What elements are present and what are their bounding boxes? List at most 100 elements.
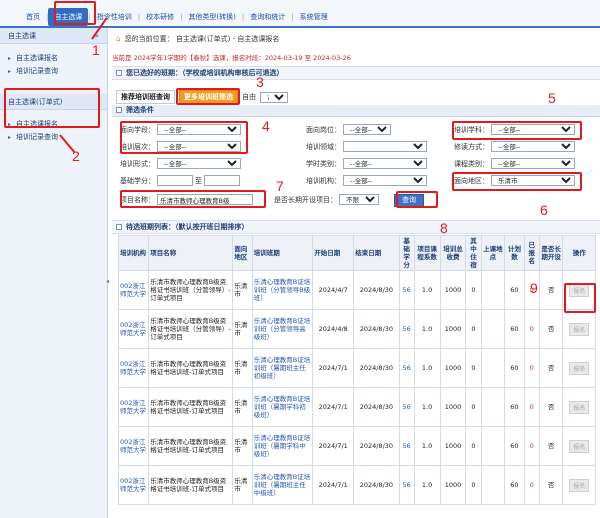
query-tabs: 推荐培训班查询 更多培训班筛选 自由 ?: [116, 90, 288, 104]
pending-sessions-header: 待选班期列表：（默认按开班日期排序）: [112, 220, 600, 234]
filter-toggle-icon[interactable]: [116, 107, 122, 113]
nav-home[interactable]: 首页: [20, 10, 46, 24]
search-button[interactable]: 查询: [394, 194, 424, 207]
cell-text-org[interactable]: 002浙江师范大学: [120, 321, 146, 337]
apply-button[interactable]: 报名: [569, 400, 590, 414]
cell-text-session[interactable]: 乐清心理教育B证培训班（暑期班主任中级班）: [254, 473, 310, 497]
selected-sessions-header: 您已选好的班期：（学校或培训机构审核后可退选）: [112, 66, 600, 80]
filter-label: 修读方式：: [454, 142, 489, 151]
credit-type-select[interactable]: --全部--: [343, 158, 427, 169]
section-toggle-icon[interactable]: [116, 70, 122, 76]
base-credit-to-input[interactable]: [204, 175, 240, 186]
cell-credit: 56: [398, 387, 415, 427]
nav-other-types[interactable]: 其他类型(转换): [182, 10, 241, 24]
filter-target-course: 面向学段： --全部--: [120, 124, 241, 135]
target-course-select[interactable]: --全部--: [157, 124, 241, 135]
cell-text-plan: 60: [510, 364, 519, 372]
column-header: 上课地点: [480, 235, 506, 271]
cell-enrolled: 0: [523, 426, 540, 466]
nav-query-stats[interactable]: 查询和统计: [244, 10, 291, 24]
cell-lodging: 0: [465, 465, 482, 505]
sidebar-item-records[interactable]: 培训记录查询: [0, 65, 107, 78]
cell-text-session[interactable]: 乐清心理教育B证培训班（暑期班主任初级班）: [254, 356, 310, 380]
level-select[interactable]: --全部--: [157, 141, 241, 152]
sidebar-head-order-mode[interactable]: 自主选课(订单式): [0, 94, 107, 110]
long-term-select[interactable]: 不限: [339, 194, 379, 205]
cell-lodging: 0: [465, 348, 482, 388]
cell-text-org[interactable]: 002浙江师范大学: [120, 477, 146, 493]
apply-button[interactable]: 报名: [569, 283, 590, 297]
cell-credit: 56: [398, 309, 415, 349]
cell-session: 乐清心理教育B证培训班（分管领导B级班）: [251, 270, 314, 310]
subject-select[interactable]: --全部--: [491, 124, 575, 135]
apply-button[interactable]: 报名: [569, 361, 590, 375]
cell-text-start: 2024/7/1: [318, 442, 348, 450]
apply-button[interactable]: 报名: [569, 478, 590, 492]
org-select[interactable]: --全部--: [343, 175, 427, 186]
filter-credit-type: 学时类别： --全部--: [306, 158, 427, 169]
cell-place: [480, 465, 506, 505]
filter-label: 培训形式：: [120, 159, 155, 168]
table-row: 002浙江师范大学 乐清市教师心理教育B级资格证书培训班-订单式项目 乐清市 乐清心理…: [117, 348, 596, 388]
cell-text-session[interactable]: 乐清心理教育B证培训班（暑期学科中级班）: [254, 434, 310, 458]
cell-text-session[interactable]: 乐清心理教育B证培训班（暑期学科初级班）: [254, 395, 310, 419]
cell-lodging: 0: [465, 387, 482, 427]
cell-ratio: 1.0: [413, 309, 441, 349]
filter-study-mode: 修读方式： --全部--: [454, 141, 575, 152]
cell-end: 2024/8/30: [353, 270, 400, 310]
cell-text-org[interactable]: 002浙江师范大学: [120, 399, 146, 415]
column-header: 面向地区: [232, 235, 253, 271]
cell-text-session[interactable]: 乐清心理教育B证培训班（分管领导高级班）: [254, 317, 310, 341]
nav-directive-training[interactable]: 指令性培训: [91, 10, 138, 24]
filter-label: 是否长期开设项目：: [274, 195, 337, 204]
nav-self-select[interactable]: 自主选课: [48, 8, 89, 26]
nav-system-admin[interactable]: 系统管理: [294, 10, 334, 24]
sidebar-head-self-select[interactable]: 自主选课 »: [0, 28, 107, 44]
cell-text-ratio: 1.0: [421, 286, 433, 294]
sidebar-item-order-records[interactable]: 培训记录查询: [0, 131, 107, 144]
annotation-number: 6: [540, 202, 548, 218]
cell-text-lodging: 0: [471, 442, 476, 450]
target-post-select[interactable]: --全部--: [343, 124, 391, 135]
tab-recommended[interactable]: 推荐培训班查询: [116, 90, 175, 104]
cell-text-org[interactable]: 002浙江师范大学: [120, 360, 146, 376]
nav-school-research[interactable]: 校本研修: [140, 10, 180, 24]
region-select[interactable]: 乐清市: [491, 175, 575, 186]
base-credit-from-input[interactable]: [157, 175, 193, 186]
filter-label: 面向岗位：: [306, 125, 341, 134]
sidebar-item-enroll[interactable]: 自主选课报名: [0, 52, 107, 65]
cell-text-region: 乐清市: [234, 399, 248, 415]
cell-text-start: 2024/7/1: [318, 364, 348, 372]
filter-area-field: 培训领域：: [306, 141, 427, 152]
area-field-select[interactable]: [343, 141, 427, 152]
cell-plan: 60: [504, 348, 525, 388]
cell-text-fee: 1000: [444, 286, 462, 294]
cell-text-longterm: 否: [547, 442, 555, 450]
cell-text-org[interactable]: 002浙江师范大学: [120, 282, 146, 298]
sidebar-item-order-enroll[interactable]: 自主选课报名: [0, 118, 107, 131]
project-name-input[interactable]: [157, 194, 253, 205]
cell-text-credit: 56: [402, 442, 411, 450]
table-header-row: 培训机构 项目名称 面向地区 培训班期 开始日期 结束日期 基础学分 项目课程系数 培训总收费其…: [117, 235, 596, 271]
annotation-number: 4: [262, 118, 270, 134]
apply-button[interactable]: 报名: [569, 322, 590, 336]
cell-text-start: 2024/7/1: [318, 481, 348, 489]
cell-text-enrolled: 0: [529, 481, 534, 489]
course-type-select[interactable]: --全部--: [491, 158, 575, 169]
annotation-number: 7: [276, 178, 284, 194]
cell-place: [480, 387, 506, 427]
cell-text-end: 2024/8/30: [359, 286, 394, 294]
section-toggle-icon[interactable]: [116, 224, 122, 230]
filter-title: 筛选条件: [126, 106, 154, 114]
column-header: 已报名: [523, 235, 540, 271]
week-select[interactable]: ?: [260, 91, 288, 103]
apply-button[interactable]: 报名: [569, 439, 590, 453]
cell-lodging: 0: [465, 426, 482, 466]
form-select[interactable]: --全部--: [157, 158, 241, 169]
study-mode-select[interactable]: --全部--: [491, 141, 575, 152]
tab-more-filter[interactable]: 更多培训班筛选: [179, 90, 238, 104]
collapse-arrow-icon[interactable]: ◂: [106, 278, 111, 298]
cell-longterm: 否: [538, 309, 564, 349]
cell-text-session[interactable]: 乐清心理教育B证培训班（分管领导B级班）: [254, 278, 310, 302]
cell-text-org[interactable]: 002浙江师范大学: [120, 438, 146, 454]
